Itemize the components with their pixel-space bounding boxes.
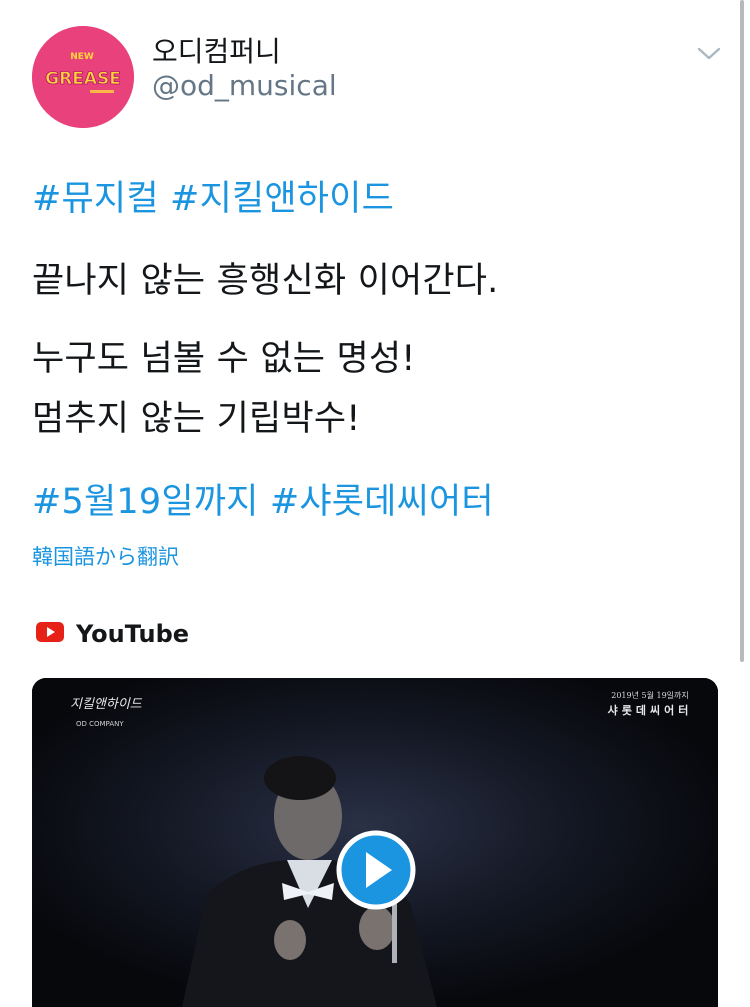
card-source[interactable]: YouTube bbox=[36, 617, 189, 651]
avatar-logo-small: NEW bbox=[70, 52, 94, 62]
tweet-view: NEW GREASE 오디컴퍼니 @od_musical #뮤지컬 #지킬앤하이… bbox=[0, 0, 750, 1007]
user-handle[interactable]: @od_musical bbox=[152, 69, 337, 102]
video-overlay-company: OD COMPANY bbox=[76, 720, 124, 728]
scrollbar[interactable] bbox=[740, 0, 744, 662]
avatar-logo-text: GREASE bbox=[45, 69, 121, 89]
video-player[interactable]: 지킬앤하이드 OD COMPANY 2019년 5월 19일까지 샤롯데씨어터 bbox=[32, 678, 718, 1007]
tweet-hashtags-top[interactable]: #뮤지컬 #지킬앤하이드 bbox=[32, 170, 394, 221]
video-date-overlay: 2019년 5월 19일까지 샤롯데씨어터 bbox=[608, 690, 693, 717]
tweet-text-line: 누구도 넘볼 수 없는 명성! bbox=[32, 339, 416, 379]
display-name[interactable]: 오디컴퍼니 bbox=[152, 30, 281, 70]
video-overlay-date: 2019년 5월 19일까지 bbox=[611, 690, 689, 700]
video-overlay-title: 지킬앤하이드 bbox=[70, 697, 143, 712]
translate-link[interactable]: 韓国語から翻訳 bbox=[32, 541, 179, 571]
chevron-down-icon[interactable] bbox=[694, 38, 724, 68]
avatar[interactable]: NEW GREASE bbox=[32, 26, 134, 128]
youtube-icon bbox=[36, 622, 64, 646]
tweet-text-line: 끝나지 않는 흥행신화 이어간다. bbox=[32, 261, 499, 301]
tweet-text-line: 멈추지 않는 기립박수! bbox=[32, 399, 361, 439]
video-overlay-venue: 샤롯데씨어터 bbox=[608, 703, 693, 717]
play-icon[interactable] bbox=[336, 830, 416, 910]
tweet-hashtags-bottom[interactable]: #5월19일까지 #샤롯데씨어터 bbox=[32, 473, 494, 524]
card-source-label: YouTube bbox=[76, 620, 190, 648]
